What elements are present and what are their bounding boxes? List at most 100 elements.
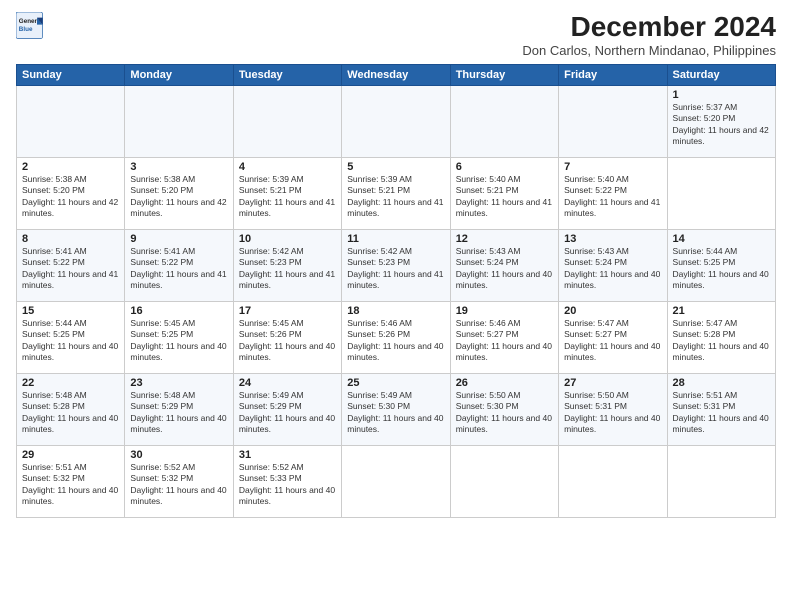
day-info: Sunrise: 5:42 AMSunset: 5:23 PMDaylight:… [239, 246, 336, 292]
day-cell: 27Sunrise: 5:50 AMSunset: 5:31 PMDayligh… [559, 373, 667, 445]
day-info: Sunrise: 5:39 AMSunset: 5:21 PMDaylight:… [239, 174, 336, 220]
day-number: 22 [22, 377, 119, 389]
day-number: 24 [239, 377, 336, 389]
day-cell: 24Sunrise: 5:49 AMSunset: 5:29 PMDayligh… [233, 373, 341, 445]
day-info: Sunrise: 5:49 AMSunset: 5:30 PMDaylight:… [347, 390, 444, 436]
empty-cell [667, 445, 775, 517]
calendar-title: December 2024 [522, 12, 776, 43]
svg-text:Blue: Blue [19, 26, 33, 33]
day-cell: 26Sunrise: 5:50 AMSunset: 5:30 PMDayligh… [450, 373, 558, 445]
day-number: 1 [673, 89, 770, 101]
day-info: Sunrise: 5:43 AMSunset: 5:24 PMDaylight:… [564, 246, 661, 292]
day-cell: 22Sunrise: 5:48 AMSunset: 5:28 PMDayligh… [17, 373, 125, 445]
title-block: December 2024 Don Carlos, Northern Minda… [522, 12, 776, 58]
day-info: Sunrise: 5:47 AMSunset: 5:27 PMDaylight:… [564, 318, 661, 364]
day-cell: 10Sunrise: 5:42 AMSunset: 5:23 PMDayligh… [233, 229, 341, 301]
day-number: 17 [239, 305, 336, 317]
day-number: 26 [456, 377, 553, 389]
day-cell: 14Sunrise: 5:44 AMSunset: 5:25 PMDayligh… [667, 229, 775, 301]
day-number: 12 [456, 233, 553, 245]
day-cell: 19Sunrise: 5:46 AMSunset: 5:27 PMDayligh… [450, 301, 558, 373]
empty-cell [559, 85, 667, 157]
day-info: Sunrise: 5:45 AMSunset: 5:26 PMDaylight:… [239, 318, 336, 364]
day-number: 31 [239, 449, 336, 461]
day-cell: 5Sunrise: 5:39 AMSunset: 5:21 PMDaylight… [342, 157, 450, 229]
day-number: 20 [564, 305, 661, 317]
day-info: Sunrise: 5:48 AMSunset: 5:29 PMDaylight:… [130, 390, 227, 436]
empty-cell [559, 445, 667, 517]
day-number: 29 [22, 449, 119, 461]
day-cell: 28Sunrise: 5:51 AMSunset: 5:31 PMDayligh… [667, 373, 775, 445]
calendar-row: 15Sunrise: 5:44 AMSunset: 5:25 PMDayligh… [17, 301, 776, 373]
day-number: 18 [347, 305, 444, 317]
day-info: Sunrise: 5:51 AMSunset: 5:31 PMDaylight:… [673, 390, 770, 436]
day-cell: 31Sunrise: 5:52 AMSunset: 5:33 PMDayligh… [233, 445, 341, 517]
calendar-table: Sunday Monday Tuesday Wednesday Thursday… [16, 64, 776, 518]
day-cell: 12Sunrise: 5:43 AMSunset: 5:24 PMDayligh… [450, 229, 558, 301]
day-number: 15 [22, 305, 119, 317]
day-cell: 17Sunrise: 5:45 AMSunset: 5:26 PMDayligh… [233, 301, 341, 373]
day-number: 2 [22, 161, 119, 173]
day-number: 8 [22, 233, 119, 245]
general-blue-icon: General Blue [16, 12, 44, 40]
col-tuesday: Tuesday [233, 64, 341, 85]
day-cell: 7Sunrise: 5:40 AMSunset: 5:22 PMDaylight… [559, 157, 667, 229]
col-wednesday: Wednesday [342, 64, 450, 85]
calendar-body: 1Sunrise: 5:37 AMSunset: 5:20 PMDaylight… [17, 85, 776, 517]
day-number: 7 [564, 161, 661, 173]
calendar-subtitle: Don Carlos, Northern Mindanao, Philippin… [522, 43, 776, 58]
day-cell: 21Sunrise: 5:47 AMSunset: 5:28 PMDayligh… [667, 301, 775, 373]
day-cell: 9Sunrise: 5:41 AMSunset: 5:22 PMDaylight… [125, 229, 233, 301]
day-number: 4 [239, 161, 336, 173]
col-monday: Monday [125, 64, 233, 85]
day-number: 27 [564, 377, 661, 389]
day-number: 21 [673, 305, 770, 317]
empty-cell [450, 85, 558, 157]
day-number: 3 [130, 161, 227, 173]
empty-cell [233, 85, 341, 157]
day-info: Sunrise: 5:50 AMSunset: 5:30 PMDaylight:… [456, 390, 553, 436]
day-info: Sunrise: 5:46 AMSunset: 5:26 PMDaylight:… [347, 318, 444, 364]
day-number: 19 [456, 305, 553, 317]
day-info: Sunrise: 5:40 AMSunset: 5:22 PMDaylight:… [564, 174, 661, 220]
day-cell: 13Sunrise: 5:43 AMSunset: 5:24 PMDayligh… [559, 229, 667, 301]
day-number: 10 [239, 233, 336, 245]
calendar-row: 22Sunrise: 5:48 AMSunset: 5:28 PMDayligh… [17, 373, 776, 445]
day-cell: 4Sunrise: 5:39 AMSunset: 5:21 PMDaylight… [233, 157, 341, 229]
day-number: 25 [347, 377, 444, 389]
day-info: Sunrise: 5:51 AMSunset: 5:32 PMDaylight:… [22, 462, 119, 508]
day-info: Sunrise: 5:47 AMSunset: 5:28 PMDaylight:… [673, 318, 770, 364]
day-number: 9 [130, 233, 227, 245]
day-info: Sunrise: 5:44 AMSunset: 5:25 PMDaylight:… [673, 246, 770, 292]
empty-cell [667, 157, 775, 229]
day-number: 30 [130, 449, 227, 461]
day-info: Sunrise: 5:50 AMSunset: 5:31 PMDaylight:… [564, 390, 661, 436]
day-info: Sunrise: 5:49 AMSunset: 5:29 PMDaylight:… [239, 390, 336, 436]
day-info: Sunrise: 5:52 AMSunset: 5:33 PMDaylight:… [239, 462, 336, 508]
day-info: Sunrise: 5:39 AMSunset: 5:21 PMDaylight:… [347, 174, 444, 220]
empty-cell [450, 445, 558, 517]
day-cell: 15Sunrise: 5:44 AMSunset: 5:25 PMDayligh… [17, 301, 125, 373]
col-sunday: Sunday [17, 64, 125, 85]
day-cell: 20Sunrise: 5:47 AMSunset: 5:27 PMDayligh… [559, 301, 667, 373]
page: General Blue December 2024 Don Carlos, N… [0, 0, 792, 612]
day-info: Sunrise: 5:40 AMSunset: 5:21 PMDaylight:… [456, 174, 553, 220]
calendar-header: Sunday Monday Tuesday Wednesday Thursday… [17, 64, 776, 85]
day-info: Sunrise: 5:52 AMSunset: 5:32 PMDaylight:… [130, 462, 227, 508]
day-cell: 16Sunrise: 5:45 AMSunset: 5:25 PMDayligh… [125, 301, 233, 373]
col-saturday: Saturday [667, 64, 775, 85]
day-number: 16 [130, 305, 227, 317]
day-cell: 30Sunrise: 5:52 AMSunset: 5:32 PMDayligh… [125, 445, 233, 517]
day-number: 13 [564, 233, 661, 245]
col-friday: Friday [559, 64, 667, 85]
header: General Blue December 2024 Don Carlos, N… [16, 12, 776, 58]
empty-cell [17, 85, 125, 157]
calendar-row: 29Sunrise: 5:51 AMSunset: 5:32 PMDayligh… [17, 445, 776, 517]
day-info: Sunrise: 5:46 AMSunset: 5:27 PMDaylight:… [456, 318, 553, 364]
empty-cell [125, 85, 233, 157]
day-info: Sunrise: 5:38 AMSunset: 5:20 PMDaylight:… [22, 174, 119, 220]
calendar-row: 2Sunrise: 5:38 AMSunset: 5:20 PMDaylight… [17, 157, 776, 229]
day-info: Sunrise: 5:38 AMSunset: 5:20 PMDaylight:… [130, 174, 227, 220]
day-cell: 3Sunrise: 5:38 AMSunset: 5:20 PMDaylight… [125, 157, 233, 229]
day-info: Sunrise: 5:42 AMSunset: 5:23 PMDaylight:… [347, 246, 444, 292]
